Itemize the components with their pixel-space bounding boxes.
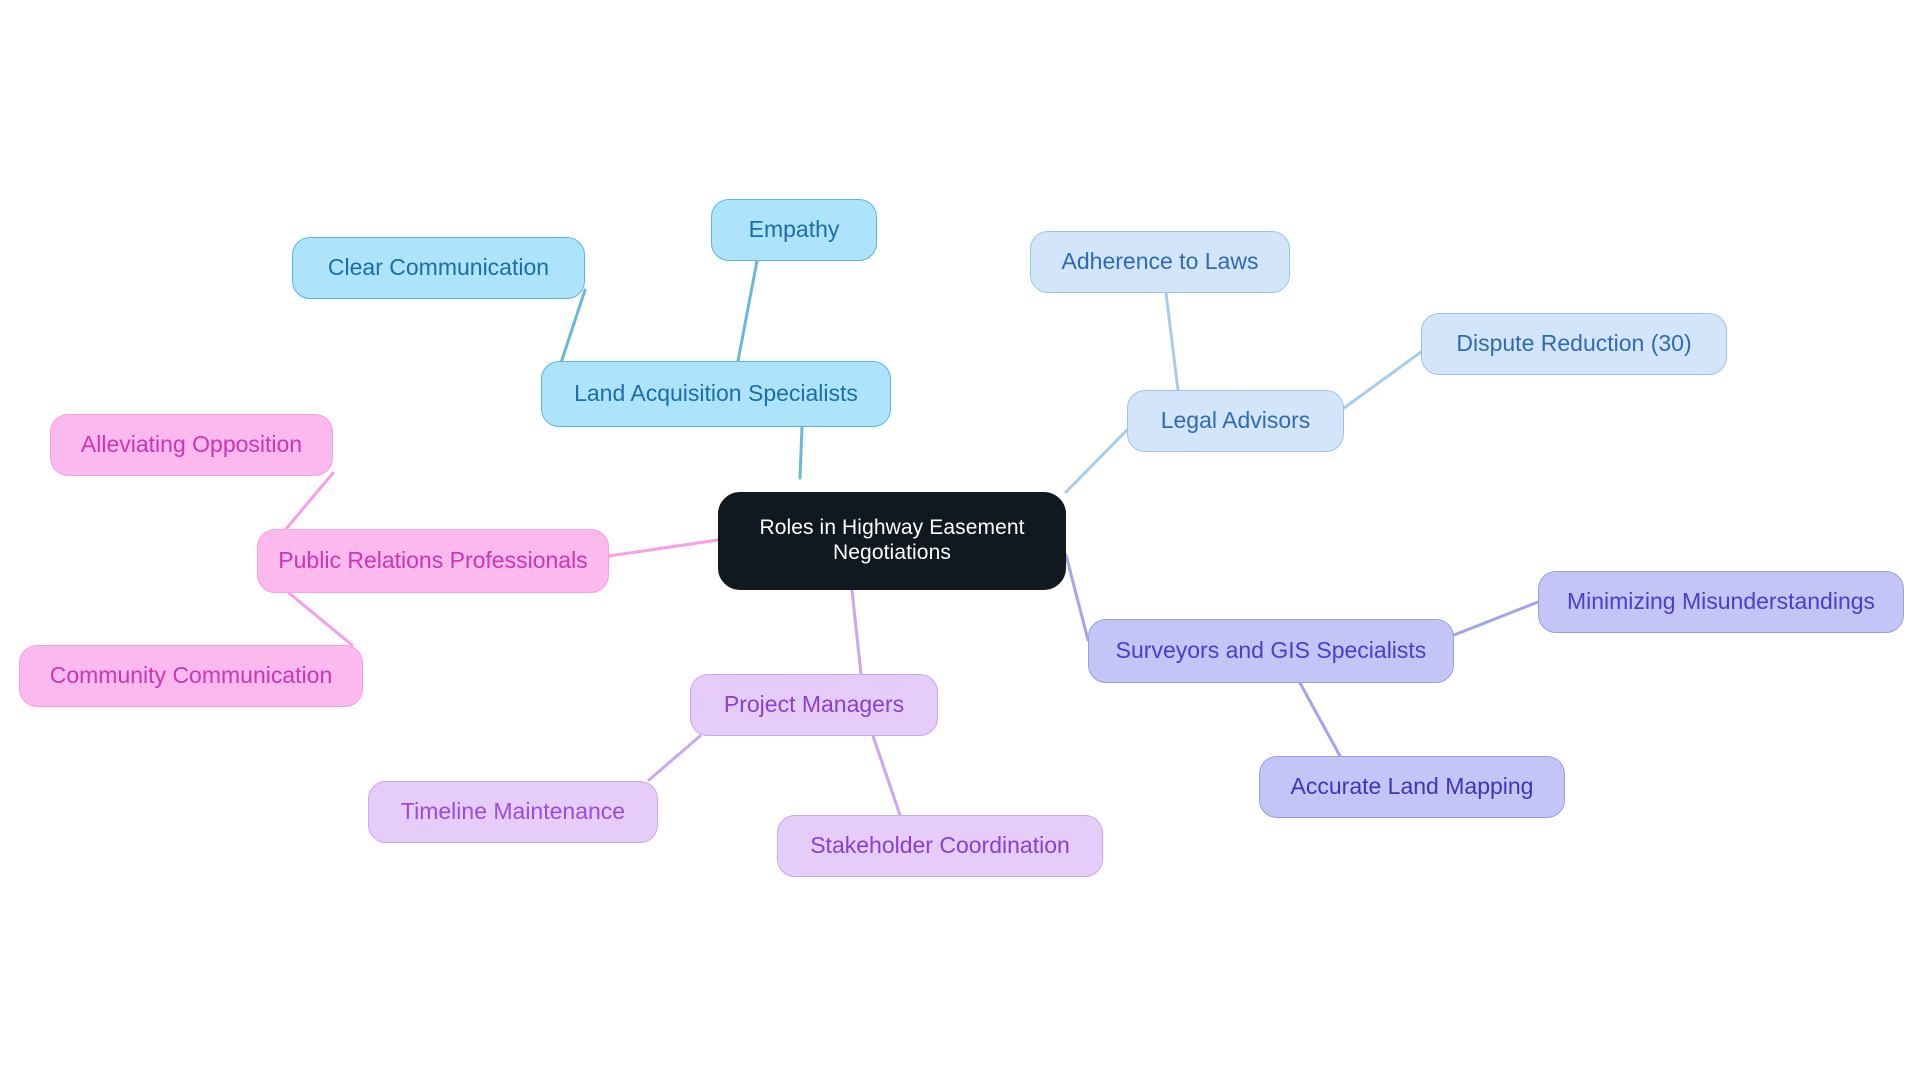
mindmap-leaf-clear-communication[interactable]: Clear Communication bbox=[292, 237, 585, 299]
mindmap-leaf-alleviating-opposition[interactable]: Alleviating Opposition bbox=[50, 414, 333, 476]
mindmap-leaf-dispute-reduction[interactable]: Dispute Reduction (30) bbox=[1421, 313, 1727, 375]
connector-root-to-legal-advisors bbox=[1064, 428, 1129, 494]
mindmap-branch-project-managers[interactable]: Project Managers bbox=[690, 674, 938, 736]
mindmap-branch-land-acquisition-specialists[interactable]: Land Acquisition Specialists bbox=[541, 361, 891, 427]
mindmap-leaf-empathy[interactable]: Empathy bbox=[711, 199, 877, 261]
mindmap-branch-legal-advisors[interactable]: Legal Advisors bbox=[1127, 390, 1344, 452]
connector-land-acquisition-specialists-to-empathy bbox=[736, 259, 759, 363]
connector-surveyors-to-accurate-land-mapping bbox=[1298, 681, 1342, 758]
mindmap-leaf-minimizing-misunderstandings[interactable]: Minimizing Misunderstandings bbox=[1538, 571, 1904, 633]
mindmap-leaf-timeline-maintenance[interactable]: Timeline Maintenance bbox=[368, 781, 658, 843]
mindmap-canvas: Roles in Highway Easement Negotiations La… bbox=[0, 0, 1920, 1083]
mindmap-branch-surveyors-and-gis-specialists[interactable]: Surveyors and GIS Specialists bbox=[1088, 619, 1454, 683]
connector-project-managers-to-stakeholder-coordination bbox=[871, 734, 902, 817]
connector-project-managers-to-timeline-maintenance bbox=[647, 734, 702, 782]
connector-root-to-project-managers bbox=[850, 588, 863, 676]
mindmap-leaf-adherence-to-laws[interactable]: Adherence to Laws bbox=[1030, 231, 1290, 293]
mindmap-branch-public-relations-professionals[interactable]: Public Relations Professionals bbox=[257, 529, 609, 593]
connector-root-to-land-acquisition-specialists bbox=[798, 425, 804, 480]
mindmap-leaf-community-communication[interactable]: Community Communication bbox=[19, 645, 363, 707]
connector-legal-advisors-to-adherence-to-laws bbox=[1164, 291, 1180, 392]
mindmap-leaf-accurate-land-mapping[interactable]: Accurate Land Mapping bbox=[1259, 756, 1565, 818]
mindmap-leaf-stakeholder-coordination[interactable]: Stakeholder Coordination bbox=[777, 815, 1103, 877]
mindmap-root-node[interactable]: Roles in Highway Easement Negotiations bbox=[718, 492, 1066, 590]
connector-legal-advisors-to-dispute-reduction bbox=[1342, 350, 1423, 410]
connector-surveyors-to-minimizing-misunderstandings bbox=[1452, 600, 1540, 637]
connector-root-to-public-relations-professionals bbox=[607, 538, 720, 558]
connector-public-relations-to-community-communication bbox=[287, 591, 354, 647]
connector-root-to-surveyors-and-gis-specialists bbox=[1064, 553, 1090, 642]
connector-public-relations-to-alleviating-opposition bbox=[284, 471, 335, 531]
